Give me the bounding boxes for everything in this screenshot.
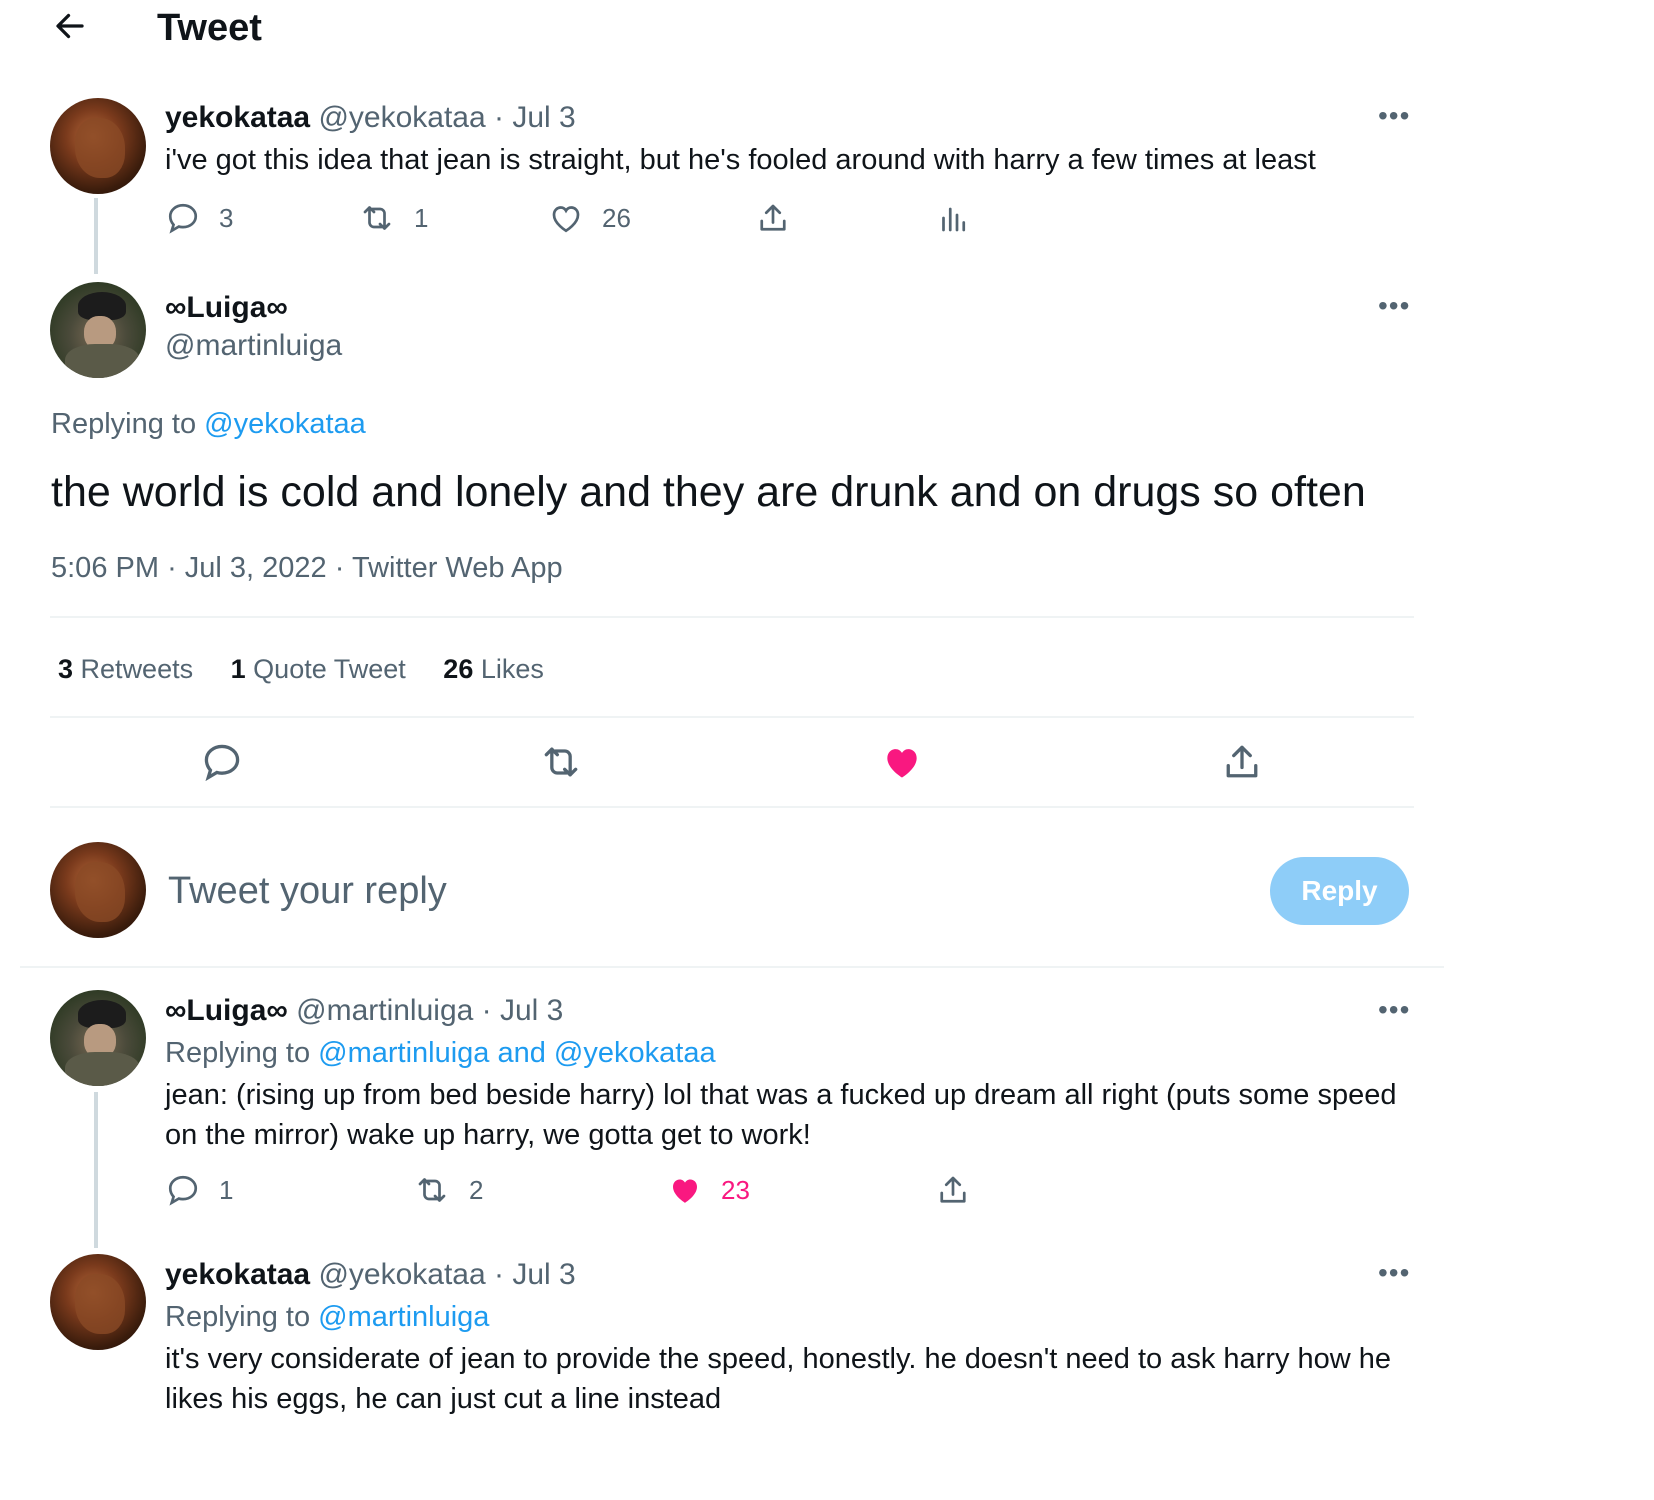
tweet-header: yekokataa @yekokataa · Jul 3: [165, 98, 576, 138]
quotes-label: Quote Tweet: [253, 654, 406, 684]
separator: ·: [167, 552, 177, 584]
retweets-stat[interactable]: 3 Retweets: [58, 654, 193, 684]
back-arrow-icon: [56, 13, 84, 39]
main-retweet-button[interactable]: [538, 740, 584, 789]
main-share-button[interactable]: [1220, 740, 1264, 789]
quotes-stat[interactable]: 1 Quote Tweet: [231, 654, 406, 684]
more-icon[interactable]: •••: [1378, 1259, 1410, 1287]
reply-count: 1: [219, 1174, 234, 1205]
thread-line: [94, 1092, 98, 1248]
reply-icon: [204, 744, 240, 782]
tweet-source[interactable]: Twitter Web App: [352, 552, 563, 584]
tweet-date[interactable]: · Jul 3: [482, 994, 564, 1027]
more-icon[interactable]: •••: [1378, 292, 1410, 320]
replying-to: Replying to @yekokataa: [51, 404, 366, 444]
replying-to-link[interactable]: @yekokataa: [204, 408, 366, 440]
handle[interactable]: @martinluiga: [165, 326, 342, 366]
separator: ·: [334, 552, 345, 584]
like-count: 23: [721, 1174, 750, 1205]
back-button[interactable]: [52, 8, 92, 48]
handle[interactable]: @yekokataa: [318, 1258, 485, 1291]
like-icon: [887, 749, 917, 778]
divider: [50, 616, 1414, 618]
reply-count: 3: [219, 202, 234, 233]
reply-icon: [168, 203, 198, 234]
tweet-text: it's very considerate of jean to provide…: [165, 1343, 1392, 1415]
tweet-text: jean: (rising up from bed beside harry) …: [165, 1079, 1397, 1151]
tweet-meta: 5:06 PM · Jul 3, 2022 · Twitter Web App: [51, 548, 563, 588]
likes-label: Likes: [480, 654, 544, 684]
replying-to-link[interactable]: @martinluiga: [318, 1301, 489, 1333]
likes-stat[interactable]: 26 Likes: [443, 654, 544, 684]
like-icon: [673, 1179, 697, 1203]
share-icon: [1226, 745, 1258, 778]
replying-to: Replying to @martinluiga: [165, 1297, 489, 1337]
handle[interactable]: @yekokataa: [318, 101, 485, 134]
analytics-icon: [942, 207, 966, 232]
tweet-full-date[interactable]: Jul 3, 2022: [185, 552, 327, 584]
replying-prefix: Replying to: [51, 408, 197, 440]
reply-input[interactable]: Tweet your reply: [168, 866, 1228, 916]
main-like-button[interactable]: [880, 740, 924, 789]
retweet-action[interactable]: 2: [413, 1172, 483, 1208]
thread-line: [94, 198, 98, 274]
likes-count: 26: [443, 654, 474, 684]
retweets-count: 3: [58, 654, 74, 684]
retweet-count: 2: [469, 1174, 484, 1205]
tweet-date[interactable]: · Jul 3: [494, 101, 576, 134]
like-count: 26: [602, 202, 631, 233]
like-action[interactable]: 23: [667, 1172, 750, 1208]
more-icon[interactable]: •••: [1378, 996, 1410, 1024]
replying-prefix: Replying to: [165, 1037, 311, 1069]
avatar[interactable]: [50, 990, 146, 1086]
reply-submit-button[interactable]: Reply: [1270, 857, 1409, 925]
display-name[interactable]: ∞Luiga∞: [165, 994, 288, 1027]
display-name[interactable]: yekokataa: [165, 101, 310, 134]
divider: [50, 716, 1414, 718]
retweets-label: Retweets: [80, 654, 194, 684]
reply-action[interactable]: 3: [165, 200, 233, 236]
avatar[interactable]: [50, 842, 146, 938]
replying-prefix: Replying to: [165, 1301, 311, 1333]
tweet-header: yekokataa @yekokataa · Jul 3: [165, 1255, 576, 1295]
share-icon: [760, 204, 786, 231]
reply-action[interactable]: 1: [165, 1172, 233, 1208]
tweet-date[interactable]: · Jul 3: [494, 1258, 576, 1291]
retweet-action[interactable]: 1: [358, 200, 428, 236]
retweet-icon: [544, 747, 578, 777]
quotes-count: 1: [230, 654, 246, 684]
display-name[interactable]: ∞Luiga∞: [165, 288, 288, 328]
tweet-text: i've got this idea that jean is straight…: [165, 144, 1316, 176]
tweet-header: ∞Luiga∞ @martinluiga · Jul 3: [165, 991, 563, 1031]
main-reply-button[interactable]: [200, 740, 244, 789]
retweet-count: 1: [414, 202, 429, 233]
avatar[interactable]: [50, 98, 146, 194]
main-tweet-text: the world is cold and lonely and they ar…: [51, 468, 1366, 516]
replying-to: Replying to @martinluiga and @yekokataa: [165, 1033, 716, 1073]
page-title: Tweet: [157, 7, 262, 49]
share-action[interactable]: [935, 1172, 971, 1208]
divider: [50, 806, 1414, 808]
tweet-time[interactable]: 5:06 PM: [51, 552, 159, 584]
stats-row: 3 Retweets 1 Quote Tweet 26 Likes: [58, 650, 544, 688]
retweet-icon: [418, 1178, 446, 1202]
share-action[interactable]: [755, 200, 791, 236]
retweet-icon: [363, 206, 391, 230]
more-icon[interactable]: •••: [1378, 102, 1410, 130]
like-action[interactable]: 26: [548, 200, 631, 236]
analytics-action[interactable]: [936, 200, 972, 236]
like-icon: [552, 206, 580, 233]
avatar[interactable]: [50, 1254, 146, 1350]
replying-to-link[interactable]: @martinluiga and @yekokataa: [318, 1037, 715, 1069]
share-icon: [940, 1176, 966, 1203]
handle[interactable]: @martinluiga: [296, 994, 473, 1027]
avatar[interactable]: [50, 282, 146, 378]
display-name[interactable]: yekokataa: [165, 1258, 310, 1291]
divider: [20, 966, 1444, 968]
reply-icon: [168, 1175, 198, 1206]
